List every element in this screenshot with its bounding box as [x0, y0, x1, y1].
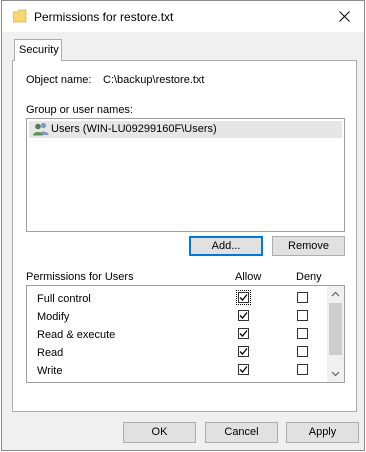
permissions-scrollbar[interactable]	[327, 286, 344, 382]
checkmark-icon	[239, 312, 248, 319]
apply-button[interactable]: Apply	[286, 422, 359, 443]
user-list[interactable]: Users (WIN-LU09299160F\Users)	[26, 118, 345, 232]
permission-row: Full control	[27, 290, 329, 308]
permission-row: Write	[27, 362, 329, 380]
deny-checkbox[interactable]	[297, 292, 308, 303]
title-bar: Permissions for restore.txt	[2, 1, 364, 32]
permission-row: Modify	[27, 308, 329, 326]
users-icon	[33, 122, 49, 136]
permission-row: Read	[27, 344, 329, 362]
permissions-list[interactable]: Full control Modify Read & execute Read Writ…	[26, 285, 345, 383]
deny-checkbox[interactable]	[297, 328, 308, 339]
permissions-label: Permissions for Users	[26, 271, 134, 283]
folder-icon	[13, 9, 27, 23]
tab-security[interactable]: Security	[14, 39, 62, 61]
permission-name: Read	[37, 347, 64, 359]
allow-checkbox[interactable]	[238, 364, 249, 375]
security-panel: Object name: C:\backup\restore.txt Group…	[12, 60, 357, 412]
window-title: Permissions for restore.txt	[34, 10, 174, 24]
remove-button[interactable]: Remove	[272, 236, 345, 256]
checkmark-icon	[239, 330, 248, 337]
deny-checkbox[interactable]	[297, 346, 308, 357]
allow-checkbox[interactable]	[238, 310, 249, 321]
list-item[interactable]: Users (WIN-LU09299160F\Users)	[29, 121, 342, 138]
permission-name: Modify	[37, 311, 70, 323]
tab-security-label: Security	[19, 44, 59, 56]
deny-checkbox[interactable]	[297, 364, 308, 375]
permission-row: Read & execute	[27, 326, 329, 344]
add-button[interactable]: Add...	[189, 236, 263, 256]
scroll-thumb[interactable]	[329, 303, 342, 355]
close-icon	[339, 11, 350, 22]
checkmark-icon	[239, 294, 248, 301]
permission-name: Write	[37, 365, 63, 377]
close-button[interactable]	[326, 1, 364, 32]
group-names-label: Group or user names:	[26, 104, 133, 116]
allow-checkbox[interactable]	[236, 290, 251, 305]
permissions-dialog: Permissions for restore.txt Security Obj…	[1, 0, 365, 451]
deny-column-header: Deny	[296, 271, 322, 283]
cancel-button[interactable]: Cancel	[205, 422, 278, 443]
deny-checkbox[interactable]	[297, 310, 308, 321]
checkmark-icon	[239, 366, 248, 373]
allow-checkbox[interactable]	[238, 328, 249, 339]
ok-button[interactable]: OK	[123, 422, 196, 443]
object-name-label: Object name:	[26, 74, 92, 86]
allow-column-header: Allow	[235, 271, 262, 283]
object-name-value: C:\backup\restore.txt	[103, 74, 205, 86]
scroll-down-arrow-icon[interactable]	[327, 365, 344, 382]
checkmark-icon	[239, 348, 248, 355]
scroll-up-arrow-icon[interactable]	[327, 286, 344, 303]
permission-name: Read & execute	[37, 329, 116, 341]
permission-name: Full control	[37, 293, 91, 305]
user-name: Users (WIN-LU09299160F\Users)	[51, 123, 217, 135]
allow-checkbox[interactable]	[238, 346, 249, 357]
